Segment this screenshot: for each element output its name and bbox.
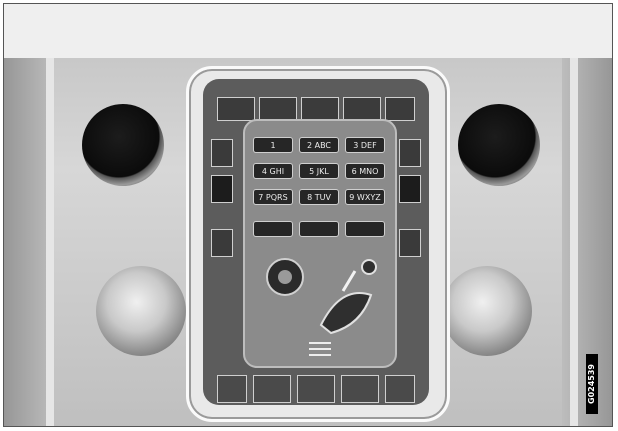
- top-key-4[interactable]: [343, 97, 381, 121]
- side-key-left-3[interactable]: [211, 229, 233, 257]
- keypad: 1 2 ABC 3 DEF 4 GHI 5 JKL 6 MNO 7 PQRS 8…: [243, 119, 397, 368]
- side-key-right-1[interactable]: [399, 139, 421, 167]
- center-console: 1 2 ABC 3 DEF 4 GHI 5 JKL 6 MNO 7 PQRS 8…: [186, 66, 450, 422]
- trim-stripe-left: [46, 58, 54, 426]
- seat-head-icon: [361, 259, 377, 275]
- key-star[interactable]: [253, 221, 293, 237]
- bottom-key-4[interactable]: [341, 375, 379, 403]
- key-5[interactable]: 5 JKL: [299, 163, 339, 179]
- bottom-key-2[interactable]: [253, 375, 291, 403]
- key-4[interactable]: 4 GHI: [253, 163, 293, 179]
- key-8[interactable]: 8 TUV: [299, 189, 339, 205]
- fan-hub: [278, 270, 292, 284]
- blank-header-band: [4, 4, 612, 58]
- key-hash[interactable]: [345, 221, 385, 237]
- left-volume-knob[interactable]: [82, 104, 164, 186]
- key-2[interactable]: 2 ABC: [299, 137, 339, 153]
- key-7[interactable]: 7 PQRS: [253, 189, 293, 205]
- left-temperature-knob[interactable]: [96, 266, 186, 356]
- key-0[interactable]: [299, 221, 339, 237]
- right-tune-knob[interactable]: [458, 104, 540, 186]
- right-temperature-knob[interactable]: [442, 266, 532, 356]
- figure-id-label: G024539: [586, 354, 598, 414]
- photo-frame: 1 2 ABC 3 DEF 4 GHI 5 JKL 6 MNO 7 PQRS 8…: [3, 3, 613, 427]
- console-panel: 1 2 ABC 3 DEF 4 GHI 5 JKL 6 MNO 7 PQRS 8…: [203, 79, 429, 405]
- side-key-left-1[interactable]: [211, 139, 233, 167]
- top-key-3[interactable]: [301, 97, 339, 121]
- key-6[interactable]: 6 MNO: [345, 163, 385, 179]
- key-1[interactable]: 1: [253, 137, 293, 153]
- bottom-key-5[interactable]: [385, 375, 415, 403]
- side-key-right-3[interactable]: [399, 229, 421, 257]
- seat-airflow-icon[interactable]: [319, 292, 373, 335]
- trim-stripe-right: [570, 58, 578, 426]
- bottom-key-3[interactable]: [297, 375, 335, 403]
- side-key-right-2[interactable]: [399, 175, 421, 203]
- top-key-5[interactable]: [385, 97, 415, 121]
- top-key-1[interactable]: [217, 97, 255, 121]
- bottom-key-1[interactable]: [217, 375, 247, 403]
- top-key-2[interactable]: [259, 97, 297, 121]
- airflow-arrow-icon: [341, 270, 357, 292]
- key-3[interactable]: 3 DEF: [345, 137, 385, 153]
- key-9[interactable]: 9 WXYZ: [345, 189, 385, 205]
- side-key-left-2[interactable]: [211, 175, 233, 203]
- climate-controls: [266, 258, 377, 356]
